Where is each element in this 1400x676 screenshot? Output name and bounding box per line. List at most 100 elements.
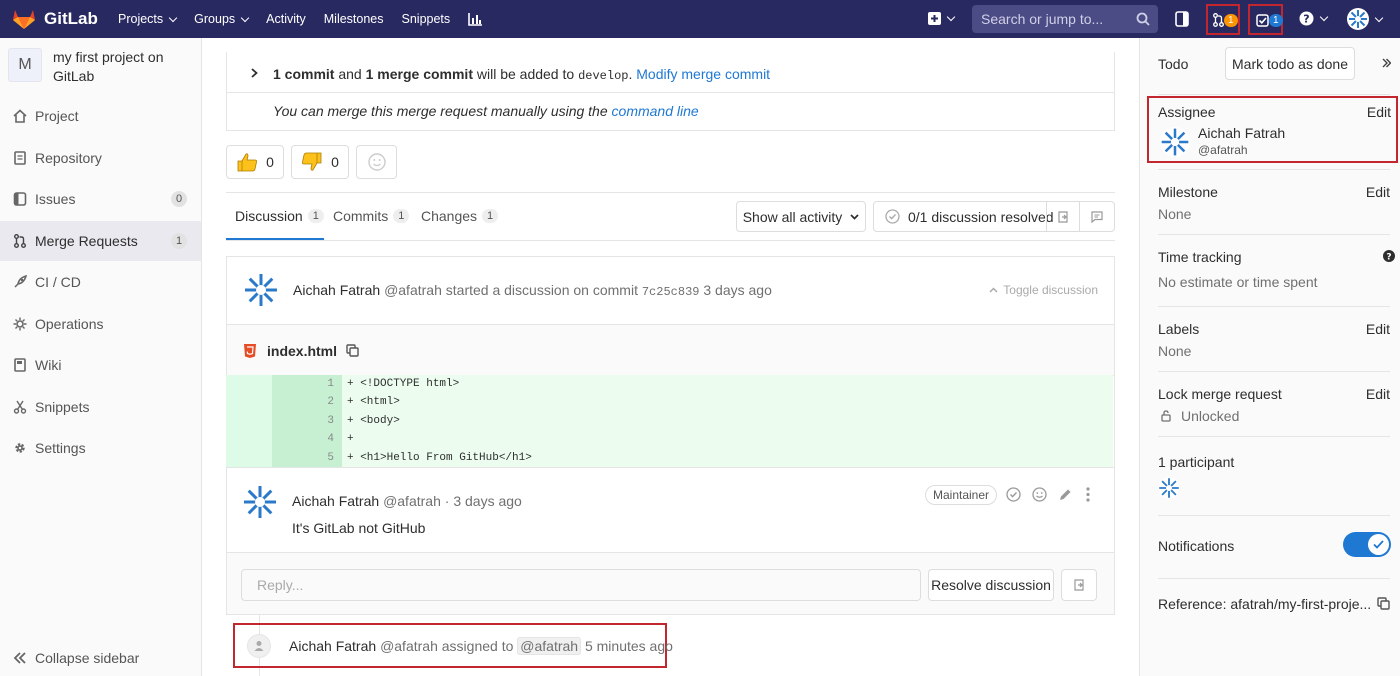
add-reaction-button[interactable]: [356, 145, 397, 179]
todo-count-badge: 1: [1269, 14, 1283, 27]
sidebar-item-repository[interactable]: Repository: [0, 138, 201, 178]
discussions-resolved-counter: 0/1 discussion resolved: [873, 201, 1115, 232]
help-dropdown[interactable]: ?: [1299, 11, 1329, 26]
author-handle[interactable]: @afatrah: [383, 493, 441, 509]
copy-icon[interactable]: [1377, 597, 1390, 610]
chart-icon[interactable]: [468, 12, 483, 26]
author-handle[interactable]: @afatrah: [380, 638, 438, 654]
line-code: +: [342, 430, 1113, 449]
question-circle-icon[interactable]: ?: [1383, 250, 1395, 262]
resolve-in-new-issue-button[interactable]: [1061, 569, 1097, 601]
nav-activity[interactable]: Activity: [266, 12, 306, 26]
brand-name: GitLab: [44, 9, 98, 28]
tab-discussion[interactable]: Discussion 1: [235, 208, 324, 224]
system-note-action: assigned to: [441, 638, 514, 654]
commit-sha-link[interactable]: 7c25c839: [642, 285, 700, 299]
participants-label: 1 participant: [1158, 454, 1235, 470]
assignee-mention[interactable]: @afatrah: [517, 637, 582, 655]
milestone-edit-link[interactable]: Edit: [1366, 184, 1390, 200]
avatar[interactable]: [1158, 477, 1180, 499]
reply-input[interactable]: Reply...: [241, 569, 921, 601]
mark-todo-done-button[interactable]: Mark todo as done: [1225, 47, 1355, 80]
toggle-knob: [1368, 534, 1389, 555]
chevron-down-icon: [168, 13, 178, 22]
pencil-icon[interactable]: [1059, 488, 1072, 501]
chevron-down-icon: [850, 213, 859, 220]
sidebar-item-label: Merge Requests: [35, 233, 138, 249]
resolve-check-icon[interactable]: [1006, 487, 1021, 502]
note-header: Aichah Fatrah @afatrah · 3 days ago: [292, 493, 522, 509]
sidebar-item-settings[interactable]: Settings: [0, 428, 201, 468]
thumbs-down-button[interactable]: 0: [291, 145, 349, 179]
notifications-toggle[interactable]: [1343, 532, 1391, 557]
assignee-name[interactable]: Aichah Fatrah: [1198, 125, 1285, 141]
author-name[interactable]: Aichah Fatrah: [289, 638, 376, 654]
search-placeholder: Search or jump to...: [981, 11, 1104, 27]
role-badge: Maintainer: [925, 485, 998, 505]
sidebar-toggle-icon[interactable]: [1175, 11, 1189, 27]
merge-commit-count: 1 merge commit: [365, 66, 473, 82]
chevron-right-icon[interactable]: [251, 68, 258, 78]
lock-label: Lock merge request: [1158, 386, 1282, 402]
collapse-sidebar-button[interactable]: Collapse sidebar: [13, 650, 139, 666]
nav-milestones[interactable]: Milestones: [324, 12, 384, 26]
search-input[interactable]: Search or jump to...: [972, 5, 1158, 33]
sidebar-item-wiki[interactable]: Wiki: [0, 345, 201, 385]
left-sidebar: M my first project on GitLab Project Rep…: [0, 38, 202, 676]
sidebar-item-issues[interactable]: Issues 0: [0, 179, 201, 219]
todos-button[interactable]: 1: [1248, 4, 1283, 35]
nav-groups[interactable]: Groups: [194, 12, 250, 26]
home-icon: [13, 109, 27, 123]
assignee-block: Assignee Edit Aichah Fatrah @afatrah: [1147, 96, 1398, 163]
author-name[interactable]: Aichah Fatrah: [292, 493, 379, 509]
user-icon: [254, 641, 264, 651]
sidebar-item-snippets[interactable]: Snippets: [0, 387, 201, 427]
divider: [1158, 578, 1390, 579]
diff-file-name[interactable]: index.html: [267, 343, 337, 359]
author-name[interactable]: Aichah Fatrah: [293, 282, 380, 298]
tab-count: 1: [307, 209, 324, 223]
comment-icon[interactable]: [1091, 211, 1103, 223]
system-note-time: 5 minutes ago: [584, 638, 673, 654]
merge-requests-button[interactable]: 1: [1206, 4, 1240, 35]
tab-changes[interactable]: Changes 1: [421, 208, 499, 224]
more-actions-icon[interactable]: [1086, 487, 1090, 502]
new-dropdown[interactable]: [928, 12, 956, 25]
diff-line: 5 + <h1>Hello From GitHub</h1>: [226, 448, 1113, 467]
project-header[interactable]: M my first project on GitLab: [8, 48, 183, 86]
sidebar-item-project[interactable]: Project: [0, 96, 201, 136]
labels-edit-link[interactable]: Edit: [1366, 321, 1390, 337]
chevron-up-icon: [989, 287, 998, 293]
search-icon: [1136, 12, 1150, 26]
nav-snippets[interactable]: Snippets: [402, 12, 451, 26]
resolve-discussion-button[interactable]: Resolve discussion: [928, 569, 1054, 601]
smiley-icon[interactable]: [1032, 487, 1047, 502]
avatar: [1160, 127, 1190, 157]
line-number: 3: [272, 411, 342, 431]
diff-line: 3 + <body>: [226, 411, 1113, 431]
modify-merge-commit-link[interactable]: Modify merge commit: [636, 66, 770, 82]
command-line-link[interactable]: command line: [612, 103, 699, 119]
activity-filter-dropdown[interactable]: Show all activity: [736, 201, 866, 232]
lock-edit-link[interactable]: Edit: [1366, 386, 1390, 402]
avatar: [243, 272, 279, 308]
todo-check-icon: [1256, 14, 1269, 27]
double-chevron-right-icon[interactable]: [1382, 58, 1391, 68]
summary-and: and: [334, 66, 366, 82]
commits-summary: 1 commit and 1 merge commit will be adde…: [273, 66, 770, 83]
assignee-edit-link[interactable]: Edit: [1367, 104, 1391, 120]
scissors-icon: [13, 400, 27, 414]
diff-line: 4 +: [226, 430, 1113, 449]
sidebar-item-merge-requests[interactable]: Merge Requests 1: [0, 221, 201, 261]
sidebar-item-ci-cd[interactable]: CI / CD: [0, 262, 201, 302]
jump-to-discussion-icon[interactable]: [1057, 211, 1069, 223]
toggle-discussion-button[interactable]: Toggle discussion: [989, 283, 1098, 297]
tab-commits[interactable]: Commits 1: [333, 208, 410, 224]
sidebar-item-operations[interactable]: Operations: [0, 304, 201, 344]
gitlab-home-link[interactable]: GitLab: [12, 8, 98, 30]
user-menu[interactable]: [1347, 8, 1384, 30]
author-handle[interactable]: @afatrah: [384, 282, 442, 298]
thumbs-up-button[interactable]: 0: [226, 145, 284, 179]
copy-icon[interactable]: [346, 344, 359, 357]
nav-projects[interactable]: Projects: [118, 12, 178, 26]
